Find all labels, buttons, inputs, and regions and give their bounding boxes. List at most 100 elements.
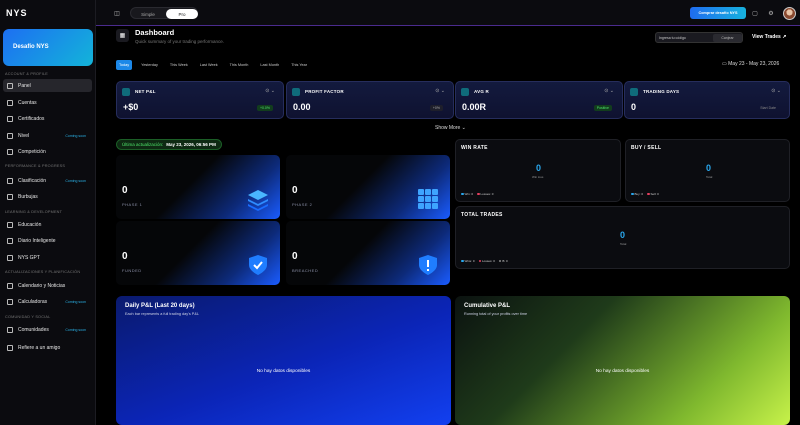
stat-sublabel: Total	[620, 242, 627, 246]
last-update-badge: Última actualización: May 23, 2026, 06:5…	[116, 139, 222, 150]
panel-title: Daily P&L (Last 20 days)	[125, 303, 195, 309]
sidebar-item-nys-gpt[interactable]: NYS GPT	[3, 251, 92, 264]
section-performance: Performance & Progress	[5, 164, 66, 168]
kpi-label: PROFIT FACTOR	[305, 89, 344, 94]
kpi-options-icon[interactable]: ⊙ ⌄	[435, 88, 445, 94]
sidebar-item-certificados[interactable]: Certificados	[3, 112, 92, 125]
promo-code-input[interactable]: Ingresa tu código	[659, 36, 686, 40]
sidebar-item-clasificacion[interactable]: Clasificación Coming soon	[3, 174, 92, 187]
stat-title: BUY / SELL	[631, 145, 662, 151]
tab-last-month[interactable]: Last Month	[257, 60, 282, 70]
panel-subtitle: Each bar represents a full trading day's…	[125, 312, 199, 316]
tab-last-week[interactable]: Last Week	[197, 60, 221, 70]
date-range-picker[interactable]: ▭ May 23 - May 23, 2026	[722, 61, 779, 67]
kpi-label: TRADING DAYS	[643, 89, 680, 94]
stat-value: 0	[706, 163, 712, 173]
period-tabs: Today Yesterday This Week Last Week This…	[116, 60, 310, 70]
stat-title: TOTAL TRADES	[461, 212, 503, 218]
kpi-options-icon[interactable]: ⊙ ⌄	[265, 88, 275, 94]
trophy-icon	[7, 148, 13, 155]
date-range-label: May 23 - May 23, 2026	[728, 61, 780, 67]
sidebar-item-cuentas[interactable]: Cuentas	[3, 96, 92, 109]
sidebar-item-calculadoras[interactable]: Calculadoras Coming soon	[3, 295, 92, 308]
sidebar-toggle-icon[interactable]: ◫	[112, 8, 122, 18]
sidebar-item-burbujas[interactable]: Burbujas	[3, 190, 92, 203]
kpi-value: +$0	[123, 102, 139, 112]
journal-icon	[7, 237, 13, 244]
tab-yesterday[interactable]: Yesterday	[138, 60, 161, 70]
sidebar-item-nivel[interactable]: Nivel Coming soon	[3, 129, 92, 142]
phase-label: PHASE 2	[292, 202, 313, 207]
sidebar-item-diario[interactable]: Diario Inteligente	[3, 234, 92, 247]
kpi-value: 0.00R	[462, 102, 487, 112]
pulse-icon	[461, 88, 469, 96]
section-community: Comunidad y social	[5, 315, 51, 319]
calculator-icon	[7, 298, 13, 305]
total-trades-card: TOTAL TRADES 0 Total Wins: 0 Losses: 0 B…	[455, 206, 790, 269]
buy-challenge-button[interactable]: Comprar desafío NYS	[690, 7, 746, 19]
stat-value: 0	[620, 230, 626, 240]
mode-pro[interactable]: Pro	[166, 9, 198, 19]
win-rate-card: WIN RATE 0 Win loss Win: 0 Losses: 0	[455, 139, 621, 202]
kpi-label: AVG R	[474, 89, 489, 94]
kpi-value: 0	[631, 102, 637, 112]
challenge-card[interactable]: Desafío NYS	[3, 29, 93, 66]
tab-this-year[interactable]: This Year	[288, 60, 310, 70]
view-trades-link[interactable]: View Trades ↗	[752, 34, 786, 40]
panel-title: Cumulative P&L	[464, 303, 511, 309]
kpi-avg-r: AVG R ⊙ ⌄ 0.00R Positive	[455, 81, 623, 119]
dollar-icon	[122, 88, 130, 96]
tab-this-month[interactable]: This Month	[227, 60, 252, 70]
kpi-badge: Start Date	[760, 106, 776, 110]
sidebar-item-refiere[interactable]: Refiere a un amigo	[3, 341, 92, 354]
sidebar-item-calendario[interactable]: Calendario y Noticias	[3, 279, 92, 292]
stat-legend: Wins: 0 Losses: 0 B: 0	[461, 259, 508, 263]
calendar-icon	[7, 282, 13, 289]
kpi-label: NET P&L	[135, 89, 156, 94]
topbar: ◫ Simple Pro Comprar desafío NYS ▢ ⚙	[96, 0, 800, 26]
phase-label: BREACHED	[292, 268, 319, 273]
sidebar-item-comunidades[interactable]: Comunidades Coming soon	[3, 323, 92, 336]
user-plus-icon	[7, 344, 13, 351]
stat-title: WIN RATE	[461, 145, 488, 151]
phase-value: 0	[122, 185, 128, 196]
challenge-card-label: Desafío NYS	[13, 44, 49, 50]
settings-gear-icon[interactable]: ⚙	[766, 8, 776, 18]
calendar-icon	[630, 88, 638, 96]
empty-state: No hay datos disponibles	[595, 369, 650, 374]
kpi-net-pnl: NET P&L ⊙ ⌄ +$0 +0.0%	[116, 81, 284, 119]
education-icon	[7, 221, 13, 228]
breached-card[interactable]: 0 BREACHED	[286, 221, 450, 285]
phase-2-card[interactable]: 0 PHASE 2	[286, 155, 450, 219]
tab-today[interactable]: Today	[116, 60, 133, 70]
panel-subtitle: Running total of your profits over time	[464, 312, 528, 316]
sidebar-item-competicion[interactable]: Competición	[3, 145, 92, 158]
buy-sell-card: BUY / SELL 0 Total Buy: 0 Sell: 0	[625, 139, 790, 202]
show-more-button[interactable]: Show More ⌄	[435, 125, 466, 131]
dashboard-icon: ▦	[116, 29, 129, 42]
level-icon	[7, 132, 13, 139]
trend-up-icon	[292, 88, 300, 96]
mode-toggle[interactable]: Simple Pro	[130, 7, 198, 19]
section-updates: Actualizaciones y planificación	[5, 270, 81, 274]
sidebar-item-panel[interactable]: Panel	[3, 79, 92, 92]
funded-card[interactable]: 0 FUNDED	[116, 221, 280, 285]
promo-code-box: Ingresa tu código Canjear	[655, 32, 743, 43]
phase-label: PHASE 1	[122, 202, 143, 207]
kpi-options-icon[interactable]: ⊙ ⌄	[604, 88, 614, 94]
certificate-icon	[7, 115, 13, 122]
kpi-options-icon[interactable]: ⊙ ⌄	[771, 88, 781, 94]
brand-logo[interactable]: NYS	[6, 8, 28, 18]
redeem-button[interactable]: Canjear	[713, 34, 742, 42]
section-account: Account & Profile	[5, 72, 48, 76]
kpi-trading-days: TRADING DAYS ⊙ ⌄ 0 Start Date	[624, 81, 790, 119]
home-icon	[7, 82, 13, 89]
stat-legend: Win: 0 Losses: 0	[461, 192, 493, 196]
sidebar: NYS Desafío NYS Account & Profile Panel …	[0, 0, 96, 425]
avatar[interactable]	[783, 7, 796, 20]
tab-this-week[interactable]: This Week	[167, 60, 191, 70]
phase-1-card[interactable]: 0 PHASE 1	[116, 155, 280, 219]
fullscreen-icon[interactable]: ▢	[750, 8, 760, 18]
sidebar-item-educacion[interactable]: Educación	[3, 218, 92, 231]
mode-simple[interactable]: Simple	[133, 9, 163, 19]
